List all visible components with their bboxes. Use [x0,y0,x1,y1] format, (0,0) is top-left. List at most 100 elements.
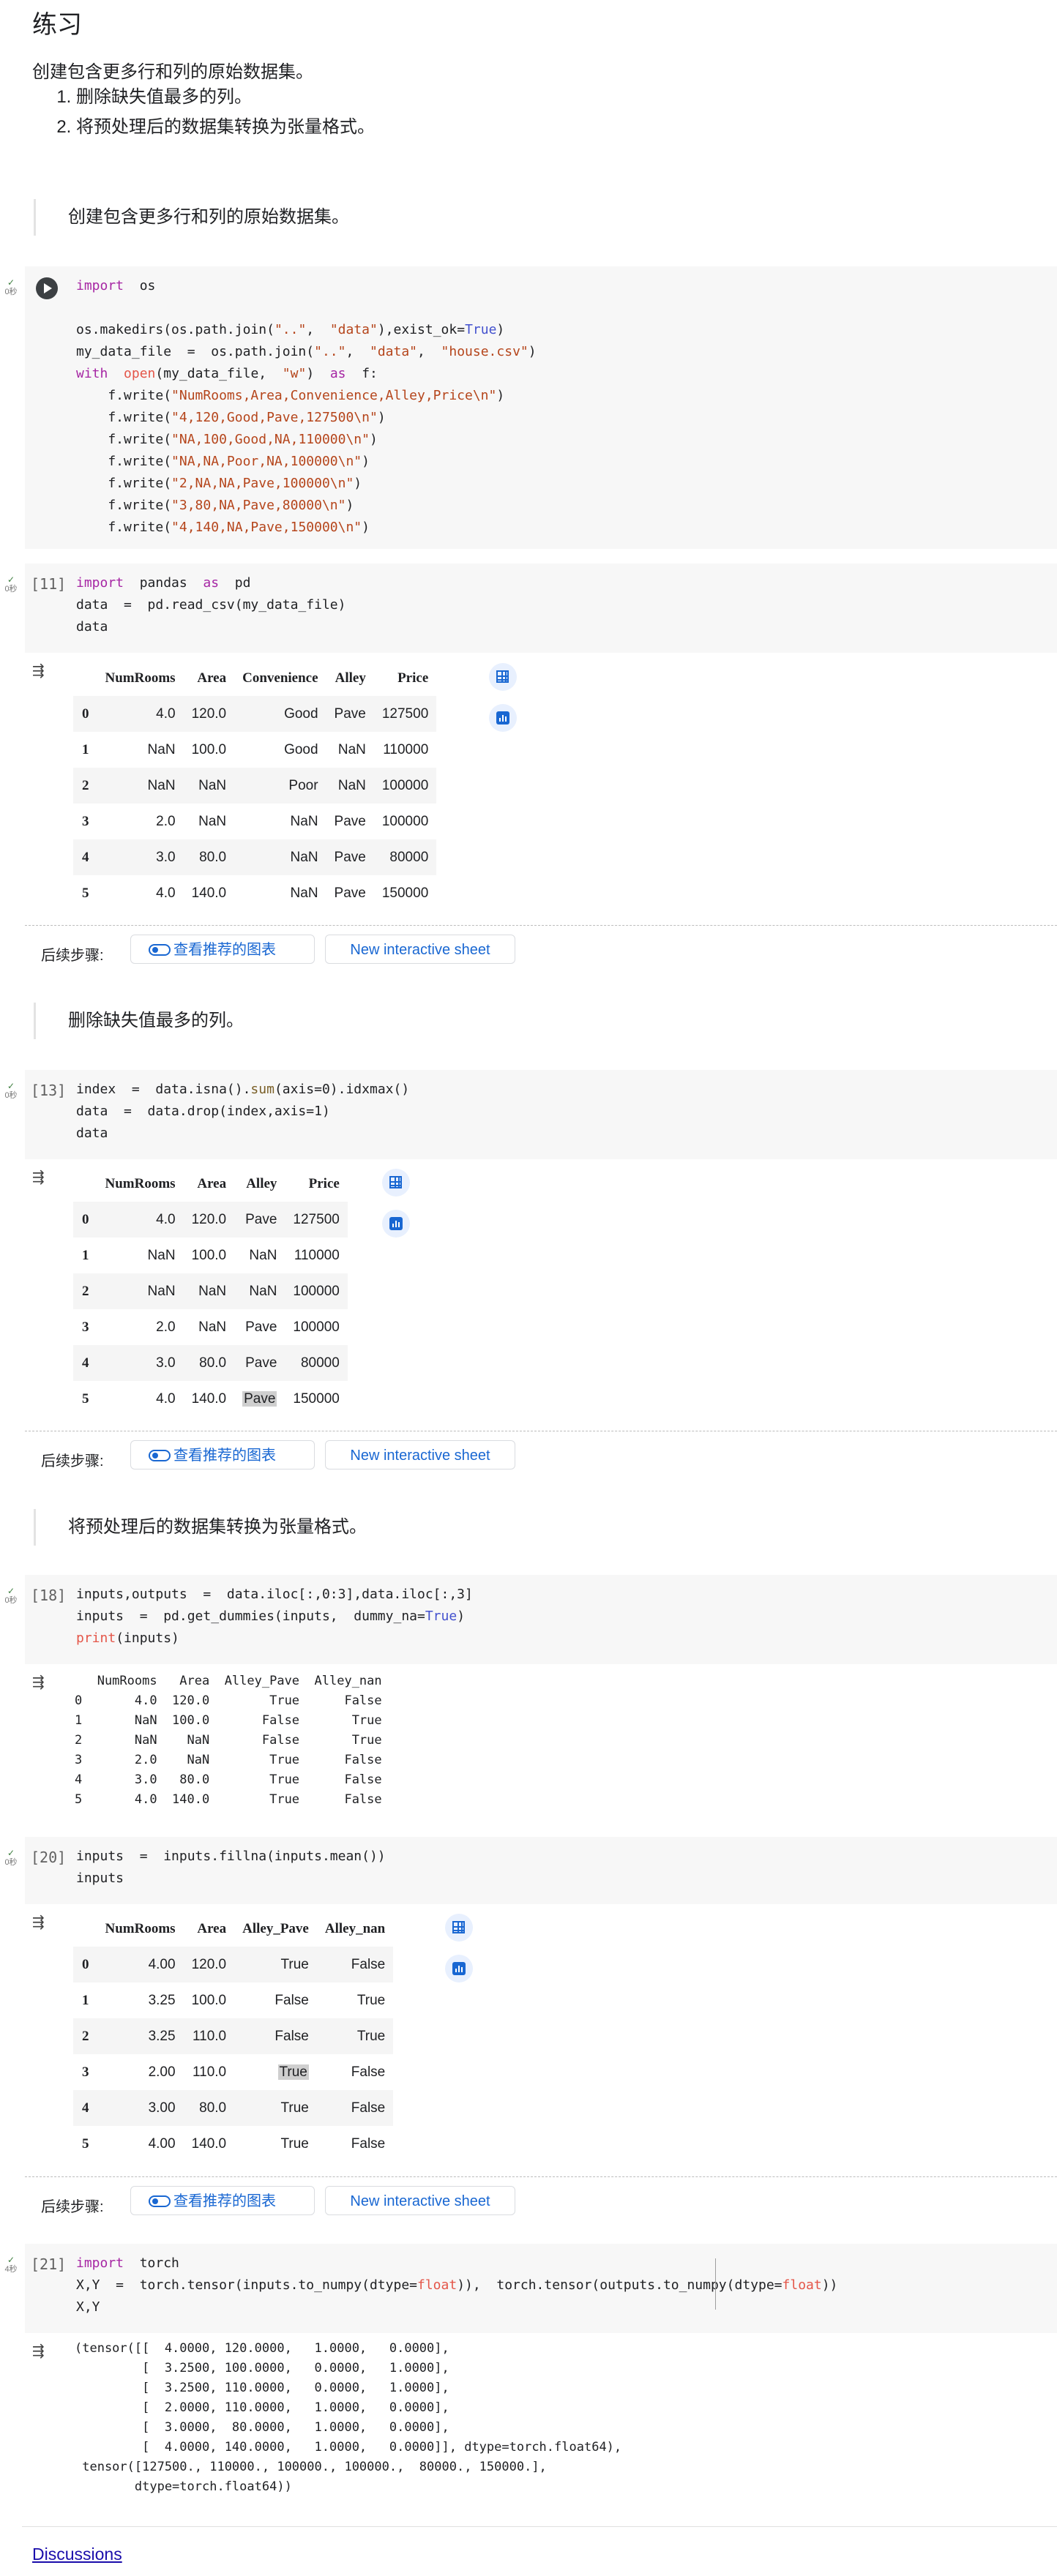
table-cell: 3.25 [97,2018,184,2054]
dataframe-table: NumRooms Area Alley_Pave Alley_nan 0 4.00 120.… [73,1912,394,2162]
row-index: 2 [73,768,97,804]
table-cell: False [351,2135,386,2152]
check-icon: ✓ [7,277,15,288]
interactive-sheet-button[interactable]: New interactive sheet [325,1440,515,1469]
discussions-footer: Discussions [22,2526,1057,2576]
table-cell: Good [234,696,326,732]
code-token: f.write( [76,520,172,535]
table-cell: 127500 [285,1202,348,1238]
code-token: ) [369,432,378,447]
code-line: inputs,outputs = data.iloc[:,0:3],data.i… [76,1584,473,1606]
task-list: 删除缺失值最多的列。 将预处理后的数据集转换为张量格式。 [45,82,375,142]
output-actions-icon[interactable]: ⇶ [32,662,59,679]
code-token: "house.csv" [441,344,528,359]
table-cell: True [234,1947,317,1982]
code-line: inputs = pd.get_dummies(inputs, dummy_na… [76,1606,473,1628]
code-editor[interactable]: inputs = inputs.fillna(inputs.mean()) inp… [76,1846,386,1890]
code-line: import torch [76,2253,837,2274]
code-cell[interactable]: [13] index = data.isna().sum(axis=0).idx… [25,1070,1057,1159]
table-cell: Pave [326,696,374,732]
code-editor[interactable]: import os os.makedirs(os.path.join("..", … [76,275,537,539]
table-row: 1 NaN 100.0 Good NaN 110000 [73,732,436,768]
code-token: (inputs) [116,1630,179,1646]
table-cell: 4.00 [148,2135,176,2152]
code-cell[interactable]: [11] import pandas as pd data = pd.read_c… [25,564,1057,653]
column-header [73,1167,97,1202]
table-view-icon[interactable] [445,1914,473,1942]
table-row: 2 NaN NaN NaN 100000 [73,1273,348,1309]
table-view-icon[interactable] [489,663,517,691]
table-cell: NaN [290,813,318,829]
next-steps-label: 后续步骤: [41,1453,104,1469]
discussions-link[interactable]: Discussions [32,2545,122,2564]
table-cell: Pave [234,1345,285,1381]
code-editor[interactable]: import pandas as pd data = pd.read_csv(my… [76,572,346,638]
table-row: 3 2.00 110.0 True False [73,2054,393,2090]
chart-suggest-icon[interactable] [489,704,517,732]
code-token: "w" [282,366,307,381]
code-token: data = pd.read_csv(my_data_file) [76,597,346,613]
table-view-icon[interactable] [382,1169,410,1197]
interactive-sheet-button[interactable]: New interactive sheet [325,2186,515,2215]
column-header: Area [197,1176,227,1191]
code-line: X,Y = torch.tensor(inputs.to_numpy(dtype… [76,2274,837,2296]
code-editor[interactable]: inputs,outputs = data.iloc[:,0:3],data.i… [76,1584,473,1650]
row-index: 5 [82,2135,89,2152]
code-line: my_data_file = os.path.join("..", "data"… [76,341,537,363]
code-editor[interactable]: import torch X,Y = torch.tensor(inputs.to… [76,2253,837,2318]
table-cell: 100.0 [191,741,227,757]
table-cell: Pave [242,1390,277,1407]
table-cell: 3.00 [97,2090,184,2126]
column-header: NumRooms [105,1176,176,1191]
code-token: (axis=0).idxmax() [274,1082,410,1097]
table-cell: 80.0 [183,2090,235,2126]
table-cell: 80000 [285,1345,348,1381]
code-cell[interactable]: [21] import torch X,Y = torch.tensor(inpu… [25,2244,1057,2333]
row-index: 0 [73,696,97,732]
table-cell: 140.0 [191,2135,227,2152]
output-actions-icon[interactable]: ⇶ [32,1673,59,1690]
column-header: Alley_Pave [242,1921,309,1936]
table-row: 5 4.0 140.0 NaN Pave 150000 [73,875,436,911]
code-token: os.makedirs(os.path.join( [76,322,274,337]
code-token: f.write( [76,476,172,491]
interactive-sheet-button[interactable]: New interactive sheet [325,935,515,964]
code-token: os [124,278,156,293]
table-row: 5 4.00 140.0 True False [73,2126,393,2162]
chart-suggest-icon[interactable] [382,1210,410,1238]
table-row: 2 3.25 110.0 False True [73,2018,394,2054]
code-editor[interactable]: index = data.isna().sum(axis=0).idxmax()… [76,1079,409,1145]
exec-status: ✓ 0秒 [0,1082,22,1101]
recommended-charts-button[interactable]: 查看推荐的图表 [130,2186,315,2215]
code-token: True [465,322,497,337]
code-cell[interactable]: [20] inputs = inputs.fillna(inputs.mean(… [25,1837,1057,1904]
check-icon: ✓ [7,1586,15,1596]
code-line: f.write("4,120,Good,Pave,127500\n") [76,407,537,429]
run-cell-button[interactable] [36,277,58,299]
table-row: 0 4.0 120.0 Pave 127500 [73,1202,348,1238]
code-token: f.write( [76,388,172,403]
recommended-charts-button[interactable]: 查看推荐的图表 [130,935,315,964]
code-cell[interactable]: import os os.makedirs(os.path.join("..", … [25,266,1057,549]
code-line: import os [76,275,537,297]
code-cell[interactable]: [18] inputs,outputs = data.iloc[:,0:3],d… [25,1575,1057,1664]
output-actions-icon[interactable]: ⇶ [32,1168,59,1186]
chart-suggest-icon[interactable] [445,1955,473,1982]
row-index: 3 [82,813,89,829]
code-token: ) [457,1609,466,1624]
code-token: data [76,619,108,634]
code-token: )), torch.tensor(outputs.to_numpy(dtype= [457,2277,783,2293]
table-cell: 140.0 [191,885,227,901]
table-cell: False [316,1947,394,1982]
code-token: my_data_file = os.path.join( [76,344,315,359]
table-row: 4 3.0 80.0 NaN Pave 80000 [73,839,437,875]
table-row: 0 4.00 120.0 True False [73,1947,394,1982]
row-index: 0 [73,1202,97,1238]
code-token: open [124,366,156,381]
code-token: inputs = pd.get_dummies(inputs, dummy_na… [76,1609,425,1624]
dataframe-table: NumRooms Area Alley Price 0 4.0 120.0 Pave 12750… [73,1167,348,1417]
output-actions-icon[interactable]: ⇶ [32,1913,59,1931]
output-actions-icon[interactable]: ⇶ [32,2342,59,2359]
row-index: 3 [82,1319,89,1335]
recommended-charts-button[interactable]: 查看推荐的图表 [130,1440,315,1469]
